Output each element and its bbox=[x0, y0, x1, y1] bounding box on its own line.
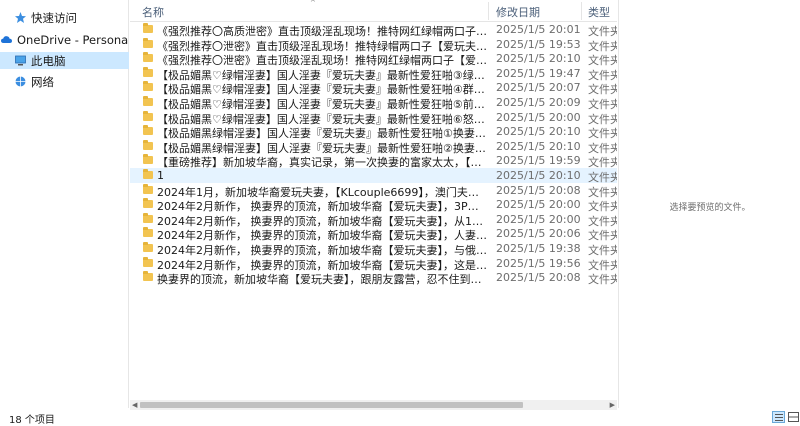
file-date: 2025/1/5 20:09 bbox=[496, 95, 581, 109]
preview-pane: 选择要预览的文件。 bbox=[618, 0, 800, 408]
folder-icon bbox=[143, 241, 153, 252]
table-row[interactable]: 1 2025/1/5 20:10 文件夹 bbox=[130, 167, 617, 184]
nav-item-onedrive[interactable]: OneDrive - Personal bbox=[0, 31, 129, 48]
details-view-icon bbox=[775, 420, 783, 421]
nav-item-label: 快速访问 bbox=[31, 10, 77, 25]
folder-icon bbox=[143, 52, 153, 63]
nav-item-label: OneDrive - Personal bbox=[17, 32, 129, 47]
nav-item-label: 此电脑 bbox=[31, 53, 66, 68]
file-date: 2025/1/5 20:01 bbox=[496, 23, 581, 36]
table-row[interactable]: 2024年1月，新加坡华裔爱玩夫妻，【KLcouple6699】，澳门夫妻交..… bbox=[130, 183, 617, 199]
table-row[interactable]: 【重磅推荐】新加坡华裔，真实记录，第一次换妻的富家太太，【爱玩... 2025/… bbox=[130, 153, 617, 169]
folder-icon bbox=[143, 154, 153, 165]
table-row[interactable]: 《强烈推荐〇泄密》直击顶级淫乱现场！推特绿帽两口子【爱玩夫妻】... 2025/… bbox=[130, 37, 617, 53]
file-date: 2025/1/5 19:59 bbox=[496, 154, 581, 168]
column-header-date[interactable]: 修改日期 bbox=[496, 4, 540, 20]
table-row[interactable]: 2024年2月新作， 换妻界的顶流，新加坡华裔【爱玩夫妻】，3P的心... 20… bbox=[130, 197, 617, 213]
table-row[interactable]: 2024年2月新作， 换妻界的顶流，新加坡华裔【爱玩夫妻】，这是一场... 20… bbox=[130, 256, 617, 272]
file-date: 2025/1/5 19:56 bbox=[496, 256, 581, 270]
network-icon bbox=[14, 75, 27, 88]
folder-icon bbox=[143, 183, 153, 194]
large-icons-view-icon bbox=[788, 412, 799, 422]
file-date: 2025/1/5 19:38 bbox=[496, 241, 581, 255]
file-date: 2025/1/5 20:07 bbox=[496, 81, 581, 95]
table-row[interactable]: 【极品媚黑♡绿帽淫妻】国人淫妻『爱玩夫妻』最新性爱狂啪④群交派... 2025/… bbox=[130, 80, 617, 96]
file-date: 2025/1/5 20:08 bbox=[496, 183, 581, 197]
file-date: 2025/1/5 19:53 bbox=[496, 37, 581, 51]
column-header-bar: ^ 名称 修改日期 类型 bbox=[130, 0, 617, 22]
file-date: 2025/1/5 20:10 bbox=[496, 125, 581, 139]
table-row[interactable]: 换妻界的顶流，新加坡华裔【爱玩夫妻】，跟朋友露营，忍不住到小溪... 2025/… bbox=[130, 270, 617, 287]
file-date: 2025/1/5 20:10 bbox=[496, 168, 581, 182]
column-divider[interactable] bbox=[581, 2, 582, 20]
details-view-icon bbox=[775, 417, 783, 418]
preview-message: 选择要预览的文件。 bbox=[669, 203, 751, 213]
column-divider[interactable] bbox=[488, 2, 489, 20]
folder-icon bbox=[143, 81, 153, 92]
file-date: 2025/1/5 20:00 bbox=[496, 212, 581, 226]
table-row[interactable]: 2024年2月新作， 换妻界的顶流，新加坡华裔【爱玩夫妻】，人妻第一... 20… bbox=[130, 226, 617, 242]
nav-item-label: 网络 bbox=[31, 74, 54, 89]
nav-item-this-pc[interactable]: 此电脑 bbox=[0, 52, 129, 69]
file-name: 1 bbox=[157, 168, 164, 182]
details-view-icon bbox=[775, 414, 783, 415]
table-row[interactable]: 【极品媚黑♡绿帽淫妻】国人淫妻『爱玩夫妻』最新性爱狂啪⑤前裹后... 2025/… bbox=[130, 95, 617, 111]
large-icons-view-button[interactable] bbox=[787, 411, 800, 423]
table-row[interactable]: 《强烈推荐〇泄密》直击顶级淫乱现场！推特网红绿帽两口子【爱玩夫... 2025/… bbox=[130, 51, 617, 67]
folder-icon bbox=[143, 95, 153, 106]
file-date: 2025/1/5 20:10 bbox=[496, 52, 581, 66]
table-row[interactable]: 【极品媚黑♡绿帽淫妻】国人淫妻『爱玩夫妻』最新性爱狂啪③绿帽老... 2025/… bbox=[130, 66, 617, 82]
file-explorer-window: 快速访问 OneDrive - Personal 此电脑 网络 ^ 名称 修改日… bbox=[0, 0, 800, 426]
nav-item-quick-access[interactable]: 快速访问 bbox=[0, 9, 129, 26]
file-list: ^ 名称 修改日期 类型 《强烈推荐〇高质泄密》直击顶级淫乱现场！推特网红绿帽两… bbox=[130, 0, 617, 408]
folder-icon bbox=[143, 256, 153, 267]
details-view-button[interactable] bbox=[772, 411, 785, 423]
table-row[interactable]: 【极品媚黑♡绿帽淫妻】国人淫妻『爱玩夫妻』最新性爱狂啪⑥怒插爆... 2025/… bbox=[130, 110, 617, 126]
folder-icon bbox=[143, 125, 153, 136]
file-rows: 《强烈推荐〇高质泄密》直击顶级淫乱现场！推特网红绿帽两口子【爱... 2025/… bbox=[130, 22, 617, 287]
table-row[interactable]: 《强烈推荐〇高质泄密》直击顶级淫乱现场！推特网红绿帽两口子【爱... 2025/… bbox=[130, 22, 617, 38]
navigation-pane: 快速访问 OneDrive - Personal 此电脑 网络 bbox=[0, 0, 129, 408]
item-count: 18 个项目 bbox=[9, 415, 55, 426]
folder-icon bbox=[143, 271, 153, 282]
folder-icon bbox=[143, 168, 153, 179]
folder-icon bbox=[143, 23, 153, 33]
star-icon bbox=[14, 11, 27, 24]
table-row[interactable]: 【极品媚黑绿帽淫妻】国人淫妻『爱玩夫妻』最新性爱狂啪①换妻淫交... 2025/… bbox=[130, 124, 617, 140]
folder-icon bbox=[143, 66, 153, 77]
file-type: 文件夹 bbox=[588, 273, 617, 287]
folder-icon bbox=[143, 227, 153, 238]
file-date: 2025/1/5 20:08 bbox=[496, 271, 581, 285]
nav-item-network[interactable]: 网络 bbox=[0, 73, 129, 90]
folder-icon bbox=[143, 212, 153, 223]
folder-icon bbox=[143, 110, 153, 121]
file-name: 换妻界的顶流，新加坡华裔【爱玩夫妻】，跟朋友露营，忍不住到小溪... bbox=[157, 273, 487, 287]
computer-icon bbox=[14, 54, 27, 67]
file-date: 2025/1/5 19:47 bbox=[496, 66, 581, 80]
status-bar: 18 个项目 bbox=[0, 408, 800, 426]
folder-icon bbox=[143, 139, 153, 150]
cloud-icon bbox=[0, 33, 13, 46]
file-date: 2025/1/5 20:00 bbox=[496, 110, 581, 124]
file-date: 2025/1/5 20:06 bbox=[496, 227, 581, 241]
folder-icon bbox=[143, 198, 153, 209]
table-row[interactable]: 【极品媚黑绿帽淫妻】国人淫妻『爱玩夫妻』最新性爱狂啪②换妻群交... 2025/… bbox=[130, 139, 617, 155]
file-date: 2025/1/5 20:10 bbox=[496, 139, 581, 153]
sort-ascending-icon: ^ bbox=[310, 0, 316, 7]
folder-icon bbox=[143, 37, 153, 48]
column-header-name[interactable]: 名称 bbox=[142, 4, 164, 20]
table-row[interactable]: 2024年2月新作， 换妻界的顶流，新加坡华裔【爱玩夫妻】，从10对夫... 2… bbox=[130, 212, 617, 228]
file-date: 2025/1/5 20:00 bbox=[496, 198, 581, 212]
column-header-type[interactable]: 类型 bbox=[588, 4, 610, 20]
table-row[interactable]: 2024年2月新作， 换妻界的顶流，新加坡华裔【爱玩夫妻】，与俄罗斯... 20… bbox=[130, 241, 617, 257]
